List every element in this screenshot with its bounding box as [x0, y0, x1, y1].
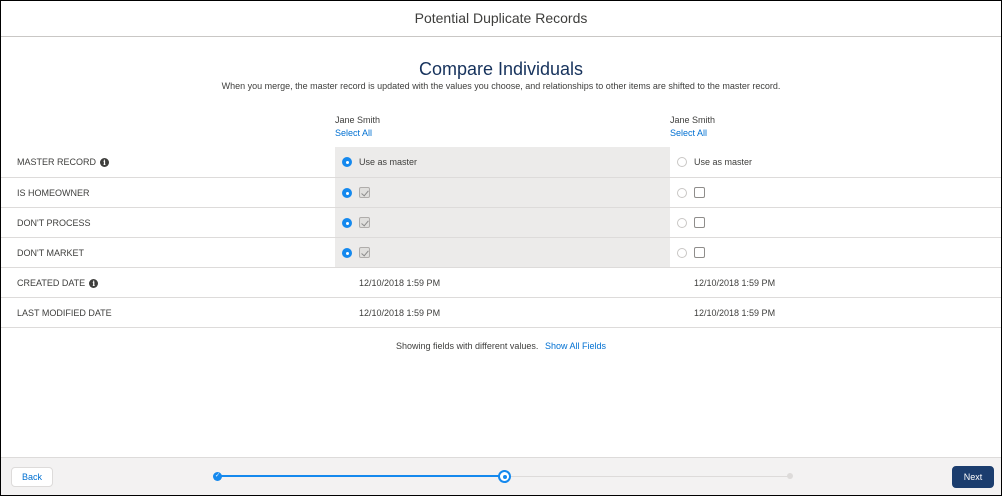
dont-market-radio-2[interactable]: [677, 248, 687, 258]
modal-window: Potential Duplicate Records Compare Indi…: [0, 0, 1002, 496]
use-as-master-label-1: Use as master: [359, 157, 418, 167]
fields-filter-note: Showing fields with different values. Sh…: [1, 341, 1001, 351]
back-button[interactable]: Back: [11, 467, 53, 487]
master-radio-2[interactable]: [677, 157, 687, 167]
dont-market-radio-1[interactable]: [342, 248, 352, 258]
row-label-master-record: MASTER RECORD: [17, 157, 97, 167]
info-icon[interactable]: i: [89, 278, 99, 288]
row-label-is-homeowner: IS HOMEOWNER: [17, 188, 90, 198]
homeowner-radio-2[interactable]: [677, 188, 687, 198]
fields-filter-text: Showing fields with different values.: [396, 341, 539, 351]
step-3-pending-icon[interactable]: [787, 473, 793, 479]
homeowner-radio-1[interactable]: [342, 188, 352, 198]
dont-process-radio-1[interactable]: [342, 218, 352, 228]
dont-market-checkbox-2: [694, 247, 705, 258]
row-is-homeowner: IS HOMEOWNER: [1, 178, 1001, 208]
next-button[interactable]: Next: [952, 466, 994, 488]
row-created-date: CREATED DATE i 12/10/2018 1:59 PM 12/10/…: [1, 268, 1001, 298]
last-modified-value-1: 12/10/2018 1:59 PM: [359, 308, 441, 318]
column-1-name: Jane Smith: [335, 115, 381, 125]
page-description: When you merge, the master record is upd…: [221, 81, 781, 91]
select-all-link-1[interactable]: Select All: [335, 128, 380, 138]
created-date-value-1: 12/10/2018 1:59 PM: [359, 278, 441, 288]
row-label-dont-process: DON'T PROCESS: [17, 218, 91, 228]
progress-fill: [217, 475, 500, 477]
row-last-modified-date: LAST MODIFIED DATE 12/10/2018 1:59 PM 12…: [1, 298, 1001, 328]
dont-process-radio-2[interactable]: [677, 218, 687, 228]
row-label-last-modified-date: LAST MODIFIED DATE: [17, 308, 112, 318]
row-dont-market: DON'T MARKET: [1, 238, 1001, 268]
row-master-record: MASTER RECORD i Use as master Use as mas…: [1, 147, 1001, 177]
info-icon[interactable]: i: [100, 157, 110, 167]
use-as-master-label-2: Use as master: [694, 157, 753, 167]
last-modified-value-2: 12/10/2018 1:59 PM: [694, 308, 776, 318]
show-all-fields-link[interactable]: Show All Fields: [545, 341, 606, 351]
row-label-dont-market: DON'T MARKET: [17, 248, 85, 258]
row-label-created-date: CREATED DATE: [17, 278, 86, 288]
created-date-value-2: 12/10/2018 1:59 PM: [694, 278, 776, 288]
step-2-current-icon[interactable]: [498, 470, 511, 483]
dont-process-checkbox-1: [359, 217, 370, 228]
dont-market-checkbox-1: [359, 247, 370, 258]
master-radio-1[interactable]: [342, 157, 352, 167]
row-dont-process: DON'T PROCESS: [1, 208, 1001, 238]
column-2-name: Jane Smith: [670, 115, 716, 125]
column-header-2: Jane Smith Select All: [670, 115, 715, 138]
modal-footer: Back ✓ Next: [1, 457, 1001, 495]
step-1-complete-icon[interactable]: ✓: [213, 472, 222, 481]
modal-title: Potential Duplicate Records: [414, 10, 588, 26]
column-header-1: Jane Smith Select All: [335, 115, 380, 138]
homeowner-checkbox-1: [359, 187, 370, 198]
select-all-link-2[interactable]: Select All: [670, 128, 715, 138]
row-divider: [1, 327, 1001, 328]
dont-process-checkbox-2: [694, 217, 705, 228]
page-heading: Compare Individuals: [418, 59, 584, 79]
homeowner-checkbox-2: [694, 187, 705, 198]
modal-header: Potential Duplicate Records: [1, 1, 1001, 37]
